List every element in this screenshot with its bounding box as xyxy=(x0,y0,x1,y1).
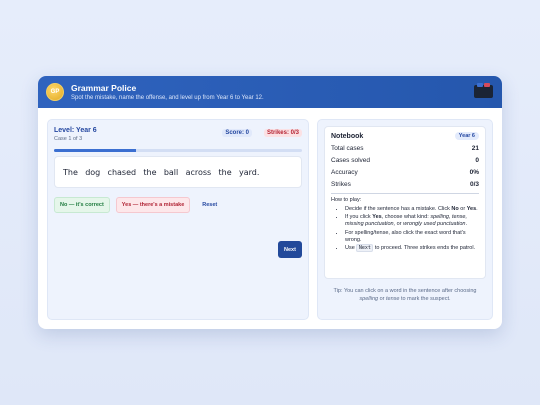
case-counter: Case 1 of 3 xyxy=(54,136,83,142)
howto-list: Decide if the sentence has a mistake. Cl… xyxy=(331,206,479,253)
year-chip: Year 6 xyxy=(454,132,479,140)
app-title: Grammar Police xyxy=(71,82,137,93)
header-titles: Grammar Police Spot the mistake, name th… xyxy=(71,83,264,102)
yes-mistake-button[interactable]: Yes — there's a mistake xyxy=(115,197,191,213)
badge-icon: GP xyxy=(46,83,64,101)
sentence-word[interactable]: ball xyxy=(164,168,178,177)
sentence-word[interactable]: chased xyxy=(108,168,137,177)
sentence-word[interactable]: yard. xyxy=(239,168,259,177)
case-progress-fill xyxy=(54,149,136,152)
case-panel: Level: Year 6 Case 1 of 3 Score: 0 Strik… xyxy=(47,119,309,320)
sentence-word[interactable]: The xyxy=(63,168,78,177)
police-bag-icon xyxy=(474,83,493,98)
tip-text: Tip: You can click on a word in the sent… xyxy=(333,288,477,302)
stat-value: 0% xyxy=(469,169,479,176)
level-label: Level: Year 6 xyxy=(54,127,97,134)
next-button[interactable]: Next xyxy=(278,241,302,258)
notebook-card: Notebook Year 6 Total cases 21 Cases sol… xyxy=(324,126,486,279)
stat-label: Cases solved xyxy=(331,157,371,164)
howto-title: How to play: xyxy=(331,197,362,203)
sentence-word[interactable]: the xyxy=(143,168,156,177)
notebook-title: Notebook xyxy=(331,132,364,140)
stat-row: Cases solved 0 xyxy=(331,155,479,167)
notebook-header: Notebook Year 6 xyxy=(331,132,479,140)
next-key: Next xyxy=(356,244,374,253)
no-correct-button[interactable]: No — it's correct xyxy=(54,197,110,213)
strikes-badge: Strikes: 0/3 xyxy=(263,129,302,137)
howto-item: For spelling/tense, also click the exact… xyxy=(345,230,479,244)
stat-value: 0/3 xyxy=(469,181,479,188)
answer-buttons: No — it's correct Yes — there's a mistak… xyxy=(54,197,224,213)
stat-label: Accuracy xyxy=(331,169,358,176)
howto-item: Decide if the sentence has a mistake. Cl… xyxy=(345,206,479,213)
sentence-box: The dog chased the ball across the yard. xyxy=(54,156,302,188)
score-badge: Score: 0 xyxy=(222,129,252,137)
reset-button[interactable]: Reset xyxy=(196,197,224,213)
stat-row: Accuracy 0% xyxy=(331,167,479,179)
app-header: GP Grammar Police Spot the mistake, name… xyxy=(38,76,502,108)
sentence-word[interactable]: the xyxy=(219,168,232,177)
case-progress-bar xyxy=(54,149,302,152)
sentence-word[interactable]: dog xyxy=(85,168,100,177)
notebook-panel: Notebook Year 6 Total cases 21 Cases sol… xyxy=(317,119,493,320)
stat-row: Total cases 21 xyxy=(331,143,479,155)
app-subtitle: Spot the mistake, name the offense, and … xyxy=(71,94,264,101)
stat-label: Total cases xyxy=(331,145,364,152)
stat-value: 0 xyxy=(475,157,479,164)
game-window: GP Grammar Police Spot the mistake, name… xyxy=(38,76,502,329)
case-status-row: Level: Year 6 Case 1 of 3 Score: 0 Strik… xyxy=(54,127,302,147)
stat-label: Strikes xyxy=(331,181,351,188)
notebook-divider xyxy=(331,193,479,194)
howto-item: Use Next to proceed. Three strikes ends … xyxy=(345,244,479,253)
sentence-word[interactable]: across xyxy=(186,168,212,177)
stat-row: Strikes 0/3 xyxy=(331,179,479,191)
stat-value: 21 xyxy=(471,145,479,152)
howto-item: If you click Yes, choose what kind: spel… xyxy=(345,214,479,228)
